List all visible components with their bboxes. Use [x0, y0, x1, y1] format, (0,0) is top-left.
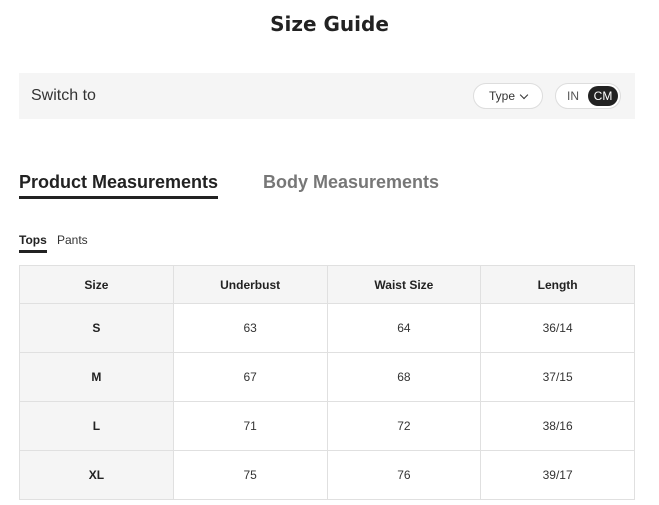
- unit-toggle[interactable]: IN CM: [555, 83, 621, 109]
- table-row: M 67 68 37/15: [19, 352, 635, 402]
- switch-to-label: Switch to: [31, 87, 96, 104]
- length-cell: 36/14: [480, 303, 635, 353]
- length-cell: 38/16: [480, 401, 635, 451]
- waist-size-cell: 76: [326, 450, 482, 500]
- underbust-cell: 67: [172, 352, 328, 402]
- table-row: L 71 72 38/16: [19, 401, 635, 451]
- unit-option-in[interactable]: IN: [558, 86, 588, 106]
- size-guide-page: Size Guide Switch to Type IN CM Product …: [0, 0, 659, 505]
- unit-option-cm[interactable]: CM: [588, 86, 618, 106]
- column-header-underbust: Underbust: [172, 265, 328, 304]
- size-cell: S: [19, 303, 174, 353]
- column-header-waist-size: Waist Size: [326, 265, 482, 304]
- table-row: XL 75 76 39/17: [19, 450, 635, 500]
- underbust-cell: 75: [172, 450, 328, 500]
- chevron-down-icon: [519, 90, 529, 99]
- subtab-pants[interactable]: Pants: [57, 232, 88, 248]
- column-header-length: Length: [480, 265, 635, 304]
- table-row: S 63 64 36/14: [19, 303, 635, 353]
- size-cell: M: [19, 352, 174, 402]
- size-cell: XL: [19, 450, 174, 500]
- type-dropdown[interactable]: Type: [473, 83, 543, 109]
- underbust-cell: 71: [172, 401, 328, 451]
- type-dropdown-value: Type: [488, 89, 515, 103]
- tab-body-measurements[interactable]: Body Measurements: [263, 171, 439, 193]
- waist-size-cell: 64: [326, 303, 482, 353]
- table-header-row: Size Underbust Waist Size Length: [19, 265, 635, 304]
- underbust-cell: 63: [172, 303, 328, 353]
- subtab-tops[interactable]: Tops: [19, 232, 47, 253]
- page-title: Size Guide: [270, 12, 389, 36]
- waist-size-cell: 72: [326, 401, 482, 451]
- length-cell: 37/15: [480, 352, 635, 402]
- tab-product-measurements[interactable]: Product Measurements: [19, 171, 219, 199]
- column-header-size: Size: [19, 265, 174, 304]
- unit-switch-bar: Switch to Type IN CM: [19, 73, 635, 119]
- size-cell: L: [19, 401, 174, 451]
- waist-size-cell: 68: [326, 352, 482, 402]
- length-cell: 39/17: [480, 450, 635, 500]
- size-table: Size Underbust Waist Size Length S 63 64…: [19, 265, 635, 500]
